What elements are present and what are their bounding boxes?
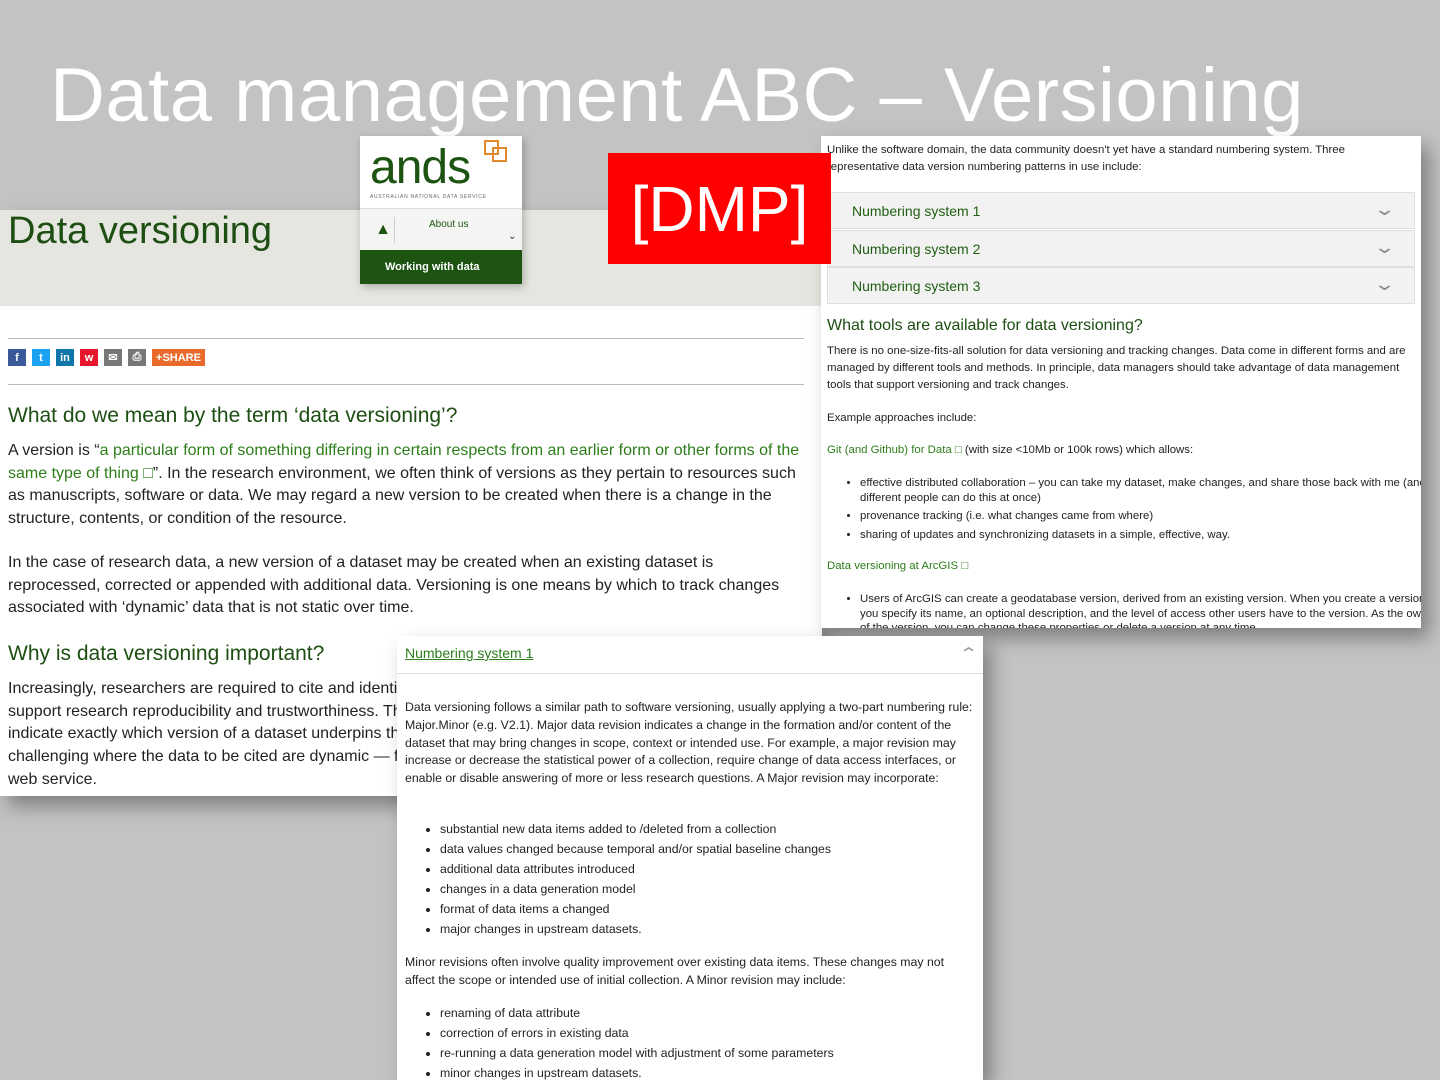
arcgis-list: Users of ArcGIS can create a geodatabase… (827, 592, 1421, 628)
chevron-down-icon[interactable]: ⌄ (508, 231, 516, 242)
accordion-numbering-system-2[interactable]: Numbering system 2 ⌄ (827, 230, 1415, 267)
minor-revision-paragraph: Minor revisions often involve quality im… (405, 955, 945, 987)
p1-lead: A version is “ (8, 442, 100, 459)
question-heading-1: What do we mean by the term ‘data versio… (8, 404, 458, 427)
paragraph-version-definition: A version is “a particular form of somet… (8, 440, 803, 531)
print-icon[interactable]: ⎙ (128, 349, 146, 366)
share-button[interactable]: + SHARE (152, 349, 205, 366)
numbering-system-1-panel: Numbering system 1 ⌃ Data versioning fol… (397, 636, 983, 1080)
page-title: Data versioning (8, 210, 273, 252)
slide-title: Data management ABC – Versioning (50, 53, 1304, 138)
home-icon[interactable]: ▲ (372, 217, 395, 243)
list-item: sharing of updates and synchronizing dat… (860, 528, 1421, 543)
chevron-down-icon: ⌄ (1373, 237, 1396, 257)
ands-logo[interactable]: ands (370, 140, 471, 195)
weibo-icon[interactable]: w (80, 349, 98, 366)
tools-heading: What tools are available for data versio… (827, 317, 1143, 334)
list-item: format of data items a changed (440, 899, 983, 919)
accordion-label: Numbering system 3 (852, 278, 981, 294)
accordion-numbering-system-1[interactable]: Numbering system 1 ⌄ (827, 192, 1415, 229)
share-label: SHARE (162, 351, 201, 364)
share-bar: f t in w ✉ ⎙ + SHARE (8, 338, 804, 385)
question-heading-2: Why is data versioning important? (8, 642, 325, 665)
numbering-intro: Unlike the software domain, the data com… (827, 144, 1345, 173)
ands-tagline: AUSTRALIAN NATIONAL DATA SERVICE (370, 194, 487, 200)
nav-about-us[interactable]: About us (429, 219, 468, 230)
list-item: major changes in upstream datasets. (440, 919, 983, 939)
list-item: minor changes in upstream datasets. (440, 1063, 983, 1080)
logo-square-icon (492, 147, 507, 162)
tools-paragraph: There is no one-size-fits-all solution f… (827, 345, 1406, 391)
linkedin-icon[interactable]: in (56, 349, 74, 366)
twitter-icon[interactable]: t (32, 349, 50, 366)
accordion-numbering-system-3[interactable]: Numbering system 3 ⌄ (827, 267, 1415, 304)
minor-revision-list: renaming of data attribute correction of… (405, 1003, 983, 1080)
facebook-icon[interactable]: f (8, 349, 26, 366)
git-rest: (with size <10Mb or 100k rows) which all… (961, 444, 1194, 456)
list-item: renaming of data attribute (440, 1003, 983, 1023)
nav-working-with-data[interactable]: Working with data (360, 250, 522, 284)
panel-header[interactable]: Numbering system 1 ⌃ (397, 636, 983, 674)
list-item: effective distributed collaboration – yo… (860, 476, 1421, 505)
list-item: changes in a data generation model (440, 879, 983, 899)
list-item: correction of errors in existing data (440, 1023, 983, 1043)
chevron-up-icon[interactable]: ⌃ (958, 644, 978, 664)
list-item: additional data attributes introduced (440, 859, 983, 879)
dmp-badge: [DMP] (608, 153, 831, 264)
ands-logo-panel: ands AUSTRALIAN NATIONAL DATA SERVICE ▲ … (360, 136, 522, 284)
accordion-label: Numbering system 2 (852, 241, 981, 257)
list-item: data values changed because temporal and… (440, 839, 983, 859)
chevron-down-icon: ⌄ (1373, 199, 1396, 219)
numbering-and-tools-page: Unlike the software domain, the data com… (821, 136, 1421, 628)
paragraph-research-data: In the case of research data, a new vers… (8, 554, 780, 617)
git-link[interactable]: Git (and Github) for Data □ (827, 444, 962, 456)
git-benefits-list: effective distributed collaboration – yo… (827, 476, 1421, 546)
list-item: Users of ArcGIS can create a geodatabase… (860, 592, 1421, 628)
example-approaches: Example approaches include: (827, 412, 977, 424)
git-line: Git (and Github) for Data □ (with size <… (827, 444, 1417, 456)
list-item: substantial new data items added to /del… (440, 819, 983, 839)
major-revision-list: substantial new data items added to /del… (405, 819, 983, 939)
list-item: re-running a data generation model with … (440, 1043, 983, 1063)
panel-title[interactable]: Numbering system 1 (405, 645, 533, 661)
major-revision-paragraph: Data versioning follows a similar path t… (405, 700, 973, 786)
accordion-label: Numbering system 1 (852, 203, 981, 219)
ands-nav: ▲ About us ⌄ (360, 208, 522, 251)
list-item: provenance tracking (i.e. what changes c… (860, 509, 1421, 524)
chevron-down-icon: ⌄ (1373, 274, 1396, 294)
email-icon[interactable]: ✉ (104, 349, 122, 366)
arcgis-link[interactable]: Data versioning at ArcGIS □ (827, 560, 968, 572)
